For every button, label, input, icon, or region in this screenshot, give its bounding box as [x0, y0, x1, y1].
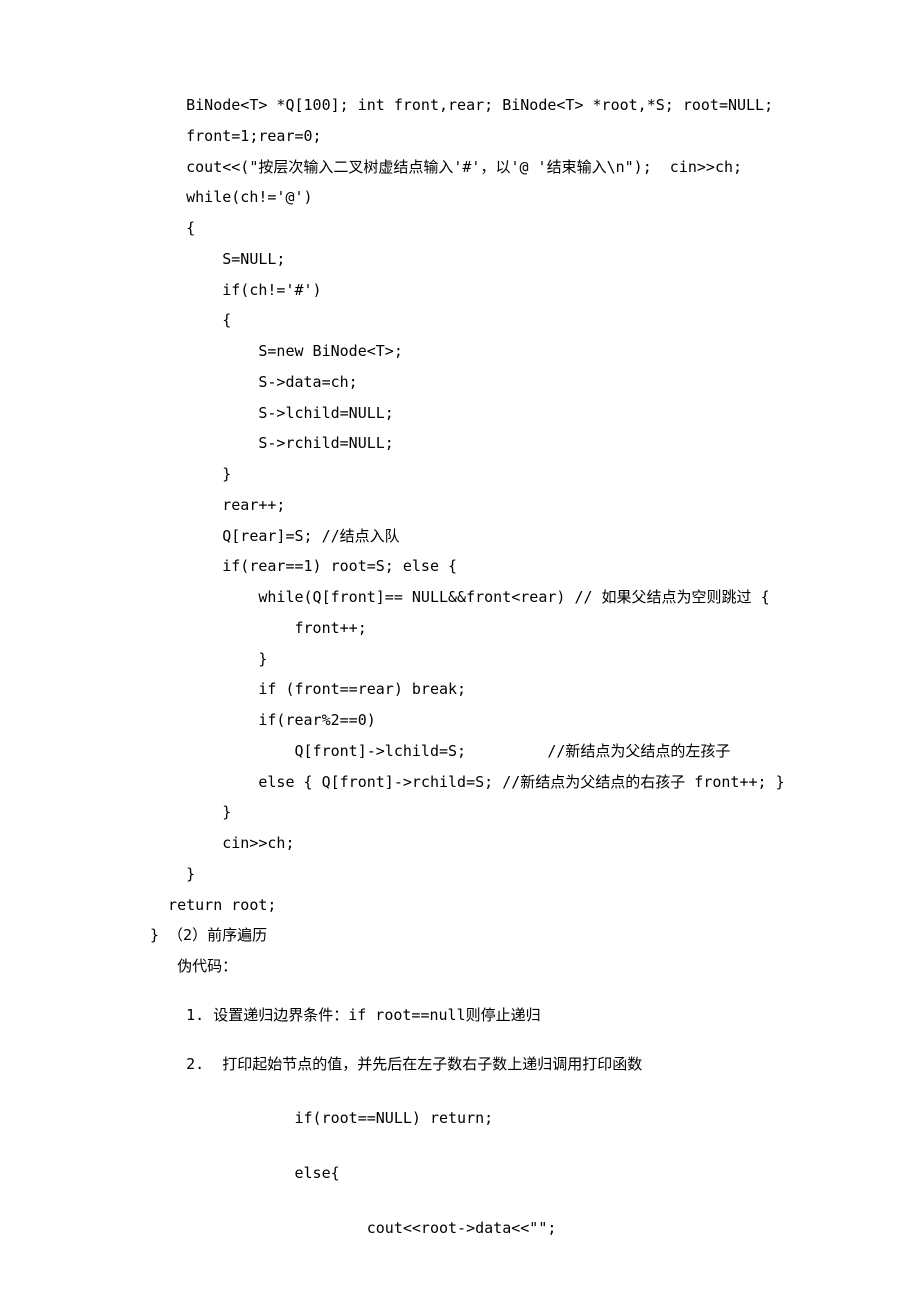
step-line: 2. 打印起始节点的值，并先后在左子数右子数上递归调用打印函数 — [0, 1049, 920, 1080]
code-line: } — [0, 459, 920, 490]
document-page: BiNode<T> *Q[100]; int front,rear; BiNod… — [0, 0, 920, 1302]
code-line: Q[front]->lchild=S; //新结点为父结点的左孩子 — [0, 736, 920, 767]
code-line: front=1;rear=0; — [0, 121, 920, 152]
snippet-line: else{ — [0, 1158, 920, 1189]
step-line: 1. 设置递归边界条件：if root==null则停止递归 — [0, 1000, 920, 1031]
code-line: while(Q[front]== NULL&&front<rear) // 如果… — [0, 582, 920, 613]
code-line: Q[rear]=S; //结点入队 — [0, 521, 920, 552]
code-line: BiNode<T> *Q[100]; int front,rear; BiNod… — [0, 90, 920, 121]
code-line: S->data=ch; — [0, 367, 920, 398]
code-line: S=NULL; — [0, 244, 920, 275]
code-line: S->lchild=NULL; — [0, 398, 920, 429]
code-line: if (front==rear) break; — [0, 674, 920, 705]
code-line: cout<<("按层次输入二叉树虚结点输入'#'，以'@ '结束输入\n"); … — [0, 152, 920, 183]
code-line: while(ch!='@') — [0, 182, 920, 213]
code-line: S->rchild=NULL; — [0, 428, 920, 459]
code-line: rear++; — [0, 490, 920, 521]
code-line: { — [0, 213, 920, 244]
code-line: if(rear==1) root=S; else { — [0, 551, 920, 582]
code-line: else { Q[front]->rchild=S; //新结点为父结点的右孩子… — [0, 767, 920, 798]
code-line: } （2）前序遍历 — [0, 920, 920, 951]
code-line: cin>>ch; — [0, 828, 920, 859]
code-line: 伪代码： — [0, 951, 920, 982]
code-line: S=new BiNode<T>; — [0, 336, 920, 367]
code-line: { — [0, 305, 920, 336]
code-line: } — [0, 859, 920, 890]
snippet-line: cout<<root->data<<""; — [0, 1213, 920, 1244]
code-line: front++; — [0, 613, 920, 644]
code-line: if(rear%2==0) — [0, 705, 920, 736]
code-line: } — [0, 797, 920, 828]
code-line: if(ch!='#') — [0, 275, 920, 306]
code-line: return root; — [0, 890, 920, 921]
code-line: } — [0, 644, 920, 675]
snippet-line: if(root==NULL) return; — [0, 1103, 920, 1134]
